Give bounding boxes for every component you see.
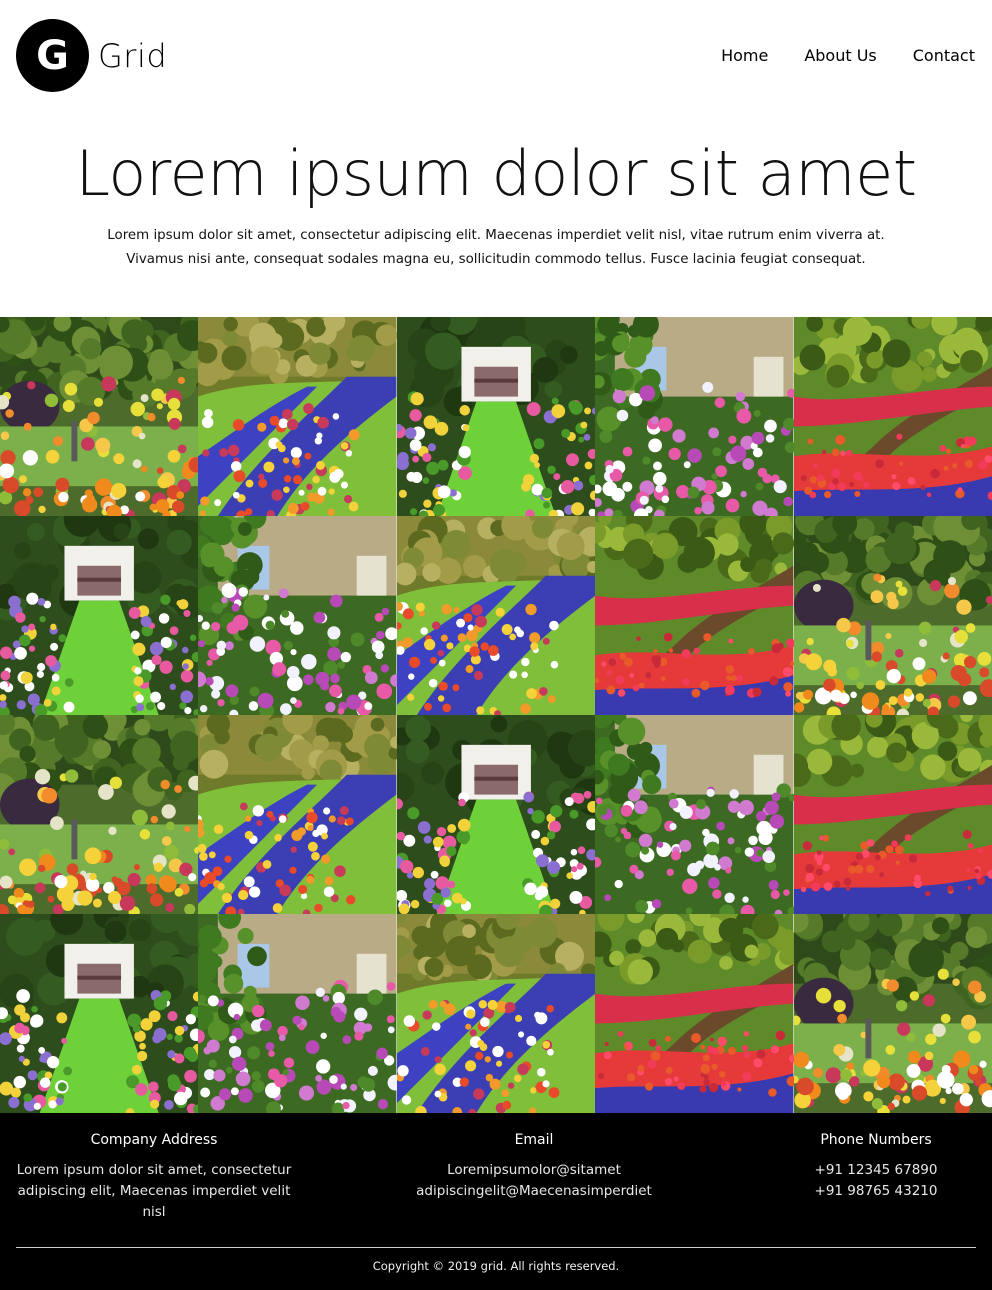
footer-divider — [16, 1247, 976, 1248]
gallery-tile-tulip-path[interactable] — [198, 317, 397, 516]
logo-text: Grid — [98, 36, 168, 75]
hero-title: Lorem ipsum dolor sit amet — [75, 137, 917, 210]
site-footer: Company Address Lorem ipsum dolor sit am… — [0, 1113, 992, 1290]
gallery-tile-gazebo-path[interactable] — [0, 914, 199, 1113]
gallery-tile-cottage-flowers[interactable] — [595, 715, 794, 914]
logo-badge: G — [16, 19, 89, 92]
gallery-tile-cottage-flowers[interactable] — [198, 516, 397, 715]
garden-photo — [396, 715, 596, 914]
garden-photo — [396, 516, 596, 715]
garden-photo — [595, 317, 794, 516]
gallery-tile-cottage-flowers[interactable] — [595, 317, 794, 516]
footer-phone: Phone Numbers +91 12345 67890 +91 98765 … — [776, 1113, 976, 1223]
footer-email: Email Loremipsumolor@sitamet adipiscinge… — [404, 1113, 664, 1223]
garden-photo — [198, 317, 397, 516]
garden-photo — [0, 715, 199, 914]
copyright-text: Copyright © 2019 grid. All rights reserv… — [372, 1259, 620, 1273]
nav-contact-link[interactable]: Contact — [913, 46, 975, 65]
gallery-tile-canal-tulips[interactable] — [793, 317, 992, 516]
garden-photo — [793, 317, 992, 516]
garden-photo — [396, 317, 596, 516]
gallery-tile-rock-garden[interactable] — [793, 516, 992, 715]
garden-photo — [396, 914, 596, 1113]
gallery-tile-canal-tulips[interactable] — [595, 516, 794, 715]
gallery-tile-gazebo-path[interactable] — [396, 317, 596, 516]
garden-photo — [0, 317, 199, 516]
main-nav: Home About Us Contact — [721, 46, 975, 65]
garden-photo — [793, 914, 992, 1113]
gallery-tile-canal-tulips[interactable] — [595, 914, 794, 1113]
email-heading: Email — [514, 1132, 554, 1148]
garden-photo — [793, 516, 992, 715]
garden-photo — [198, 516, 397, 715]
site-header: G Grid Home About Us Contact — [0, 0, 992, 112]
gallery-tile-rock-garden[interactable] — [0, 317, 199, 516]
gallery-tile-canal-tulips[interactable] — [793, 715, 992, 914]
gallery-tile-gazebo-path[interactable] — [396, 715, 596, 914]
footer-address: Company Address Lorem ipsum dolor sit am… — [16, 1113, 292, 1223]
phone-line-1[interactable]: +91 12345 67890 — [776, 1160, 976, 1181]
gallery-tile-tulip-path[interactable] — [396, 516, 596, 715]
garden-photo — [793, 715, 992, 914]
nav-home-link[interactable]: Home — [721, 46, 768, 65]
gallery-tile-tulip-path[interactable] — [198, 715, 397, 914]
garden-photo — [0, 914, 199, 1113]
address-text: Lorem ipsum dolor sit amet, consectetur … — [16, 1162, 292, 1220]
image-grid — [0, 317, 992, 1113]
gallery-tile-rock-garden[interactable] — [793, 914, 992, 1113]
garden-photo — [198, 715, 397, 914]
garden-photo — [595, 914, 794, 1113]
email-line-2[interactable]: adipiscingelit@Maecenasimperdiet — [404, 1181, 664, 1202]
phone-heading: Phone Numbers — [820, 1132, 932, 1148]
hero-section: Lorem ipsum dolor sit amet Lorem ipsum d… — [0, 112, 992, 317]
gallery-tile-gazebo-path[interactable] — [0, 516, 199, 715]
garden-photo — [0, 516, 199, 715]
gallery-tile-cottage-flowers[interactable] — [198, 914, 397, 1113]
site-logo[interactable]: G Grid — [16, 19, 167, 92]
garden-photo — [198, 914, 397, 1113]
garden-photo — [595, 715, 794, 914]
email-line-1[interactable]: Loremipsumolor@sitamet — [404, 1160, 664, 1181]
gallery-tile-rock-garden[interactable] — [0, 715, 199, 914]
phone-line-2[interactable]: +91 98765 43210 — [776, 1181, 976, 1202]
gallery-tile-tulip-path[interactable] — [396, 914, 596, 1113]
address-heading: Company Address — [90, 1132, 218, 1148]
garden-photo — [595, 516, 794, 715]
hero-description: Lorem ipsum dolor sit amet, consectetur … — [107, 228, 885, 267]
nav-about-link[interactable]: About Us — [804, 46, 876, 65]
